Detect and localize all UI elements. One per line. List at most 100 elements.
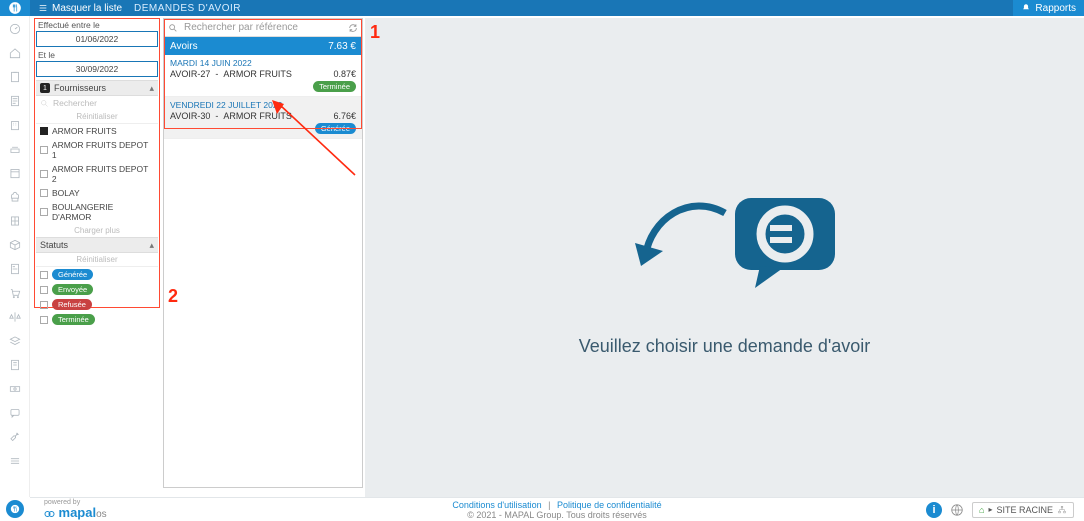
date-from-input[interactable]: 01/06/2022 (36, 31, 158, 47)
suppliers-section-header[interactable]: 1 Fournisseurs ▴ (36, 80, 158, 96)
list-item-row: AVOIR-27 - ARMOR FRUITS 0.87€ (164, 68, 362, 80)
supplier-name: ARMOR FRUITS DEPOT 1 (52, 140, 154, 160)
checkbox-icon (40, 316, 48, 324)
checkbox-icon (40, 208, 48, 216)
supplier-item[interactable]: BOULANGERIE D'ARMOR (36, 200, 158, 224)
nav-stack[interactable] (8, 454, 22, 468)
suppliers-reset[interactable]: Réinitialiser (36, 110, 158, 124)
status-badge: Envoyée (52, 284, 93, 295)
pot-icon (8, 142, 22, 156)
status-reset[interactable]: Réinitialiser (36, 253, 158, 267)
reports-button[interactable]: Rapports (1013, 0, 1084, 16)
status-item[interactable]: Refusée (36, 297, 158, 312)
supplier-item[interactable]: BOLAY (36, 186, 158, 200)
scale-icon (8, 310, 22, 324)
privacy-link[interactable]: Politique de confidentialité (557, 500, 662, 510)
status-section-title: Statuts (40, 240, 68, 250)
nav-invoice[interactable] (8, 262, 22, 276)
supplier-item[interactable]: ARMOR FRUITS DEPOT 2 (36, 162, 158, 186)
chevron-up-icon: ▴ (149, 83, 154, 94)
suppliers-count-badge: 1 (40, 83, 50, 93)
status-badge: Générée (52, 269, 93, 280)
nav-home[interactable] (8, 46, 22, 60)
nav-building[interactable] (8, 118, 22, 132)
date-to-value: 30/09/2022 (76, 64, 119, 74)
footer-center: Conditions d'utilisation | Politique de … (452, 500, 661, 520)
terms-link[interactable]: Conditions d'utilisation (452, 500, 541, 510)
status-item[interactable]: Générée (36, 267, 158, 282)
sitemap-icon (1057, 505, 1067, 515)
nav-doc[interactable] (8, 94, 22, 108)
chef-hat-icon (8, 190, 22, 204)
supplier-name: ARMOR FRUITS (52, 126, 117, 136)
app-logo[interactable] (0, 0, 30, 16)
stack-icon (8, 454, 22, 468)
list-item[interactable]: MARDI 14 JUIN 2022 AVOIR-27 - ARMOR FRUI… (164, 55, 362, 97)
building-icon (8, 118, 22, 132)
fork-knife-icon (8, 1, 22, 15)
footer-right: i ⌂ ▸ SITE RACINE (926, 502, 1074, 518)
nav-cart[interactable] (8, 286, 22, 300)
annotation-number-1: 1 (370, 22, 380, 43)
checkbox-icon (40, 127, 48, 135)
suppliers-search[interactable]: Rechercher (36, 96, 158, 110)
nav-box[interactable] (8, 238, 22, 252)
supplier-item[interactable]: ARMOR FRUITS DEPOT 1 (36, 138, 158, 162)
search-icon (40, 99, 49, 108)
list-collapse-icon (38, 3, 48, 13)
copyright: © 2021 - MAPAL Group. Tous droits réserv… (452, 510, 661, 520)
gauge-icon (8, 22, 22, 36)
brand-logo: mapalos (44, 506, 107, 521)
nav-sheet[interactable] (8, 214, 22, 228)
nav-chef[interactable] (8, 190, 22, 204)
reports-label: Rapports (1035, 3, 1076, 14)
load-more-link[interactable]: Charger plus (36, 224, 158, 237)
nav-settings[interactable] (8, 430, 22, 444)
list-header: Avoirs 7.63 € (164, 37, 362, 55)
nav-calendar[interactable] (8, 166, 22, 180)
cart-icon (8, 286, 22, 300)
nav-dashboard[interactable] (8, 22, 22, 36)
list-search[interactable]: Rechercher par référence (164, 19, 362, 37)
nav-money[interactable] (8, 382, 22, 396)
info-button[interactable]: i (926, 502, 942, 518)
supplier-item[interactable]: ARMOR FRUITS (36, 124, 158, 138)
list-item-date: MARDI 14 JUIN 2022 (164, 55, 362, 68)
nav-kitchen[interactable] (8, 142, 22, 156)
list-header-label: Avoirs (170, 41, 198, 52)
main-empty-area: Veuillez choisir une demande d'avoir (365, 18, 1084, 497)
nav-clipboard[interactable] (8, 70, 22, 84)
empty-message: Veuillez choisir une demande d'avoir (579, 336, 871, 357)
hide-list-button[interactable]: Masquer la liste (38, 3, 122, 14)
globe-icon[interactable] (950, 503, 964, 517)
calendar-icon (8, 166, 22, 180)
page-title: DEMANDES D'AVOIR (134, 3, 241, 14)
status-item[interactable]: Envoyée (36, 282, 158, 297)
date-to-label: Et le (36, 50, 158, 60)
date-to-input[interactable]: 30/09/2022 (36, 61, 158, 77)
filters-panel: Effectué entre le 01/06/2022 Et le 30/09… (34, 18, 160, 308)
annotation-arrow (270, 100, 360, 180)
wrench-icon (8, 430, 22, 444)
checkbox-icon (40, 146, 48, 154)
site-label: SITE RACINE (996, 505, 1053, 515)
checkbox-icon (40, 189, 48, 197)
home-icon (8, 46, 22, 60)
refresh-icon[interactable] (348, 23, 358, 33)
fork-knife-icon (10, 504, 20, 514)
status-item[interactable]: Terminée (36, 312, 158, 327)
bottom-app-icon[interactable] (6, 500, 24, 518)
box-icon (8, 238, 22, 252)
suppliers-section-title: Fournisseurs (54, 83, 106, 93)
brand-name: mapal (59, 505, 97, 520)
powered-by: powered by mapalos (44, 499, 107, 521)
status-section-header[interactable]: Statuts ▴ (36, 237, 158, 253)
nav-layers[interactable] (8, 334, 22, 348)
receipt-icon (8, 358, 22, 372)
nav-chat[interactable] (8, 406, 22, 420)
layers-icon (8, 334, 22, 348)
nav-receipt[interactable] (8, 358, 22, 372)
search-icon (168, 23, 178, 33)
nav-scale[interactable] (8, 310, 22, 324)
site-button[interactable]: ⌂ ▸ SITE RACINE (972, 502, 1074, 518)
